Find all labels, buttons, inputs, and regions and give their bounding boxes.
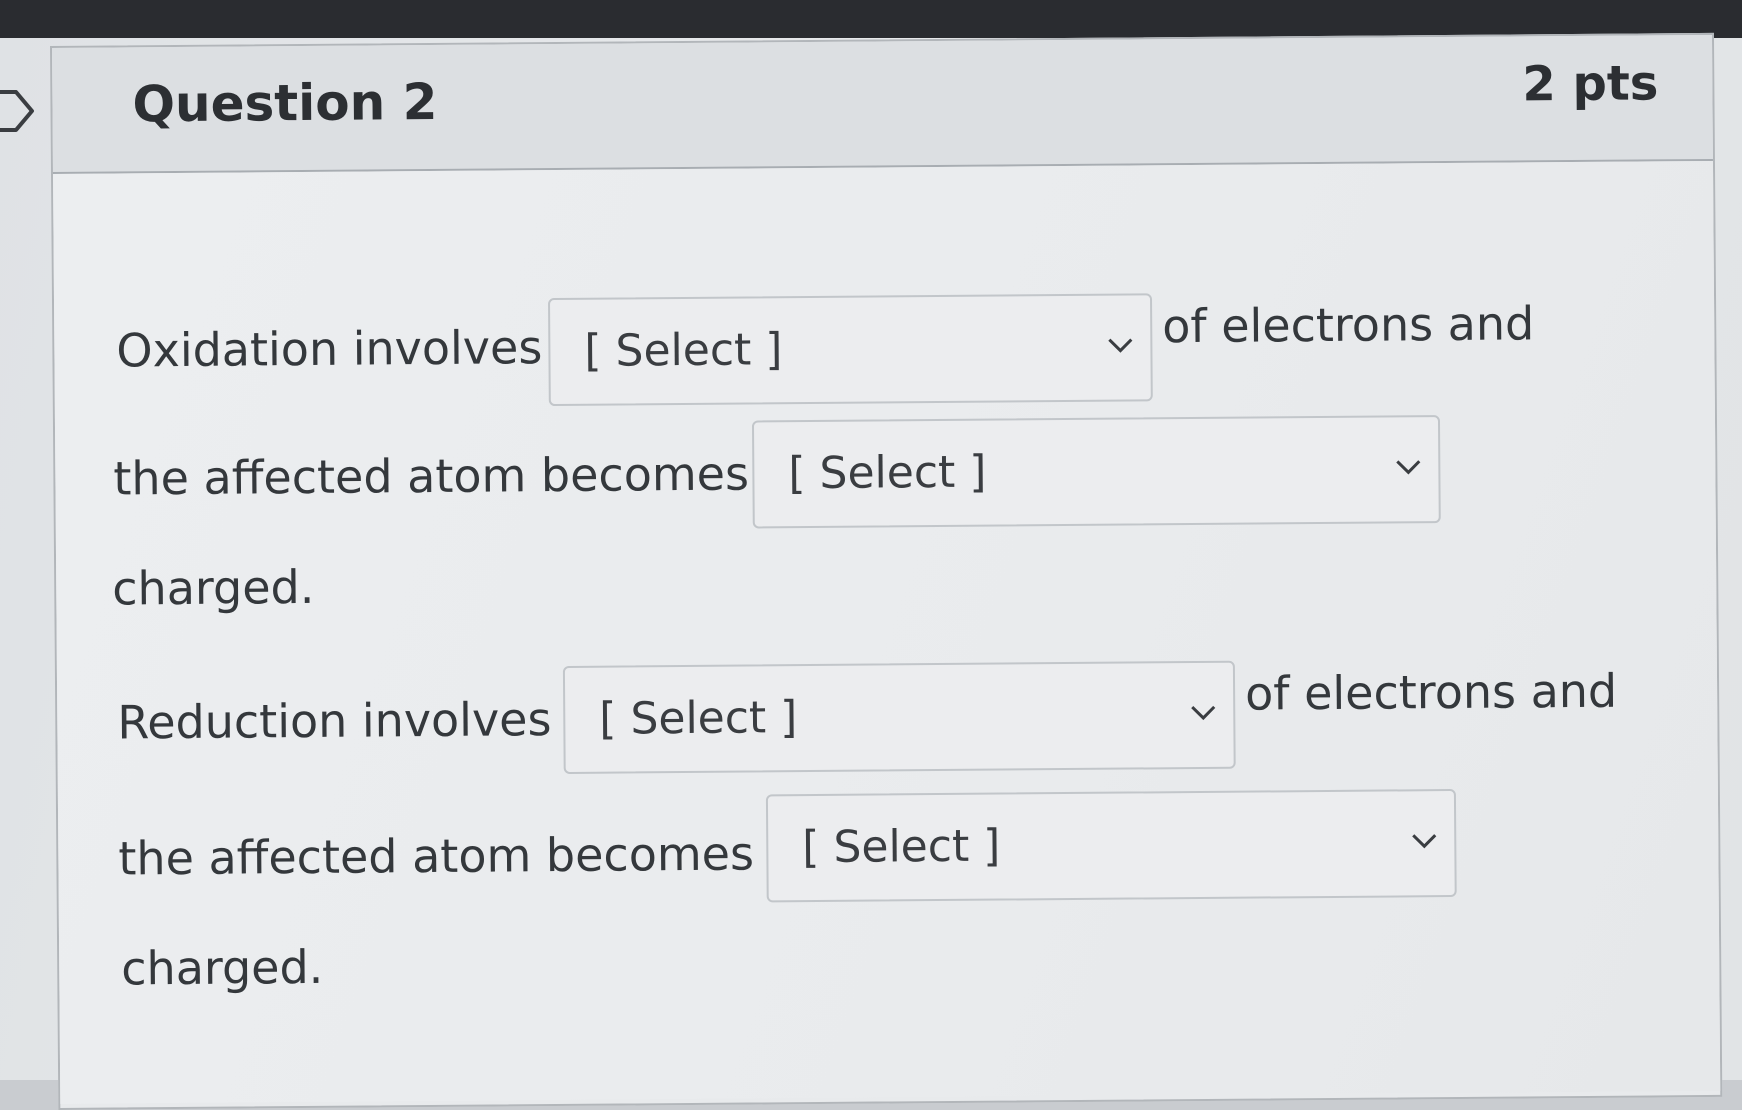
reduction-electron-select-value: [ Select ] <box>599 692 798 745</box>
oxidation-tail-text: charged. <box>112 559 315 616</box>
oxidation-charge-select-value: [ Select ] <box>788 446 987 500</box>
reduction-electron-select[interactable]: [ Select ] <box>562 660 1236 774</box>
chevron-down-icon <box>1108 338 1133 353</box>
question-points: 2 pts <box>1522 55 1659 113</box>
oxidation-electron-select[interactable]: [ Select ] <box>547 293 1153 407</box>
oxidation-charge-select[interactable]: [ Select ] <box>751 415 1441 529</box>
chevron-down-icon <box>1412 834 1437 849</box>
oxidation-electron-select-value: [ Select ] <box>584 324 783 377</box>
chevron-down-icon <box>1191 705 1216 721</box>
reduction-mid-text: of electrons and <box>1244 663 1618 721</box>
question-header: Question 2 2 pts <box>52 34 1713 174</box>
oxidation-mid-text: of electrons and <box>1162 296 1535 354</box>
question-body: Oxidation involves the [ Select ] of ele… <box>53 160 1721 1104</box>
reduction-charge-select-value: [ Select ] <box>802 820 1001 874</box>
reduction-tail-text: charged. <box>121 939 324 996</box>
chevron-down-icon <box>1396 460 1421 475</box>
reduction-charge-select[interactable]: [ Select ] <box>765 788 1457 903</box>
question-card: Question 2 2 pts Oxidation involves the … <box>50 32 1723 1110</box>
question-title: Question 2 <box>132 72 438 134</box>
collapse-arrow-icon[interactable] <box>0 88 36 134</box>
